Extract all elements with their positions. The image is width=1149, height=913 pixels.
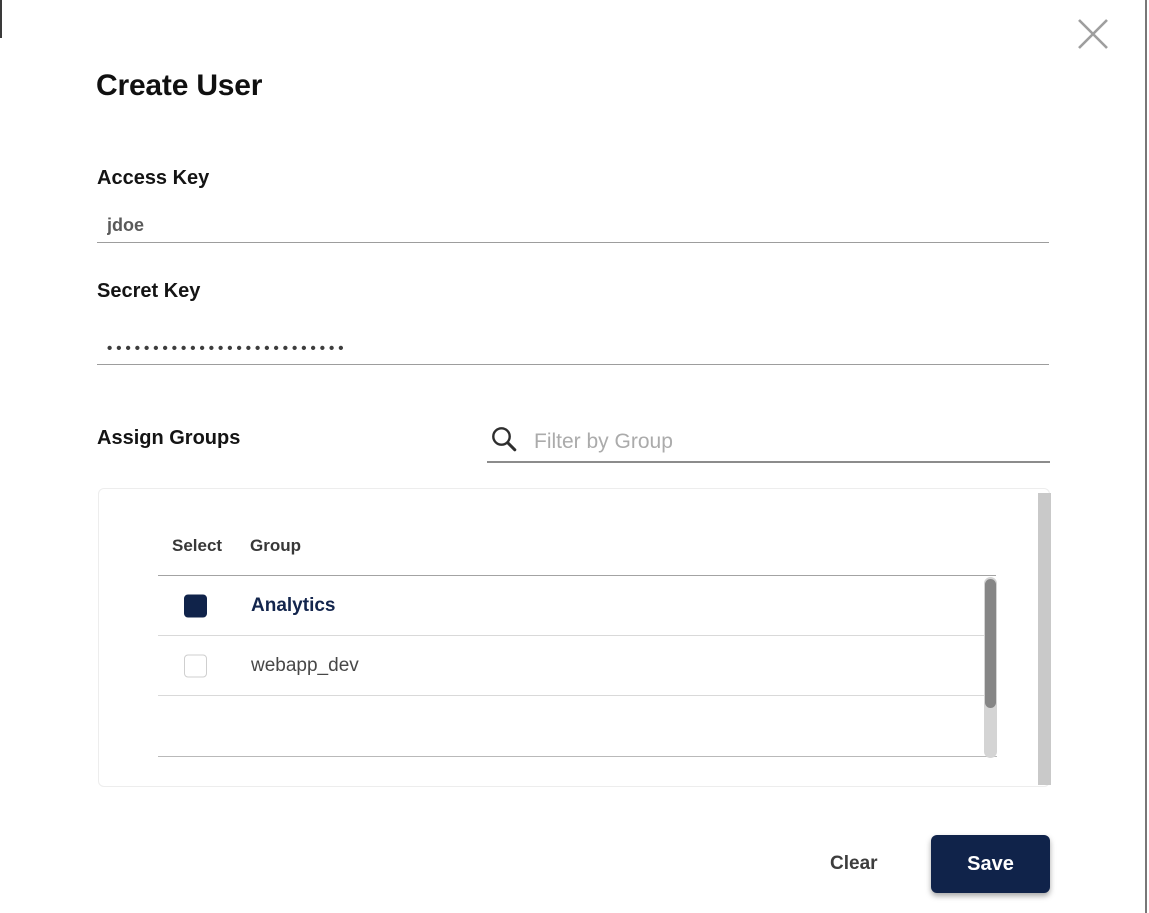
table-row-empty	[158, 696, 997, 757]
search-icon	[487, 425, 518, 458]
save-button[interactable]: Save	[931, 835, 1050, 893]
group-rows: Analytics webapp_dev	[158, 576, 997, 757]
column-header-select: Select	[172, 536, 223, 555]
secret-key-input[interactable]	[97, 332, 1049, 364]
access-key-label: Access Key	[97, 167, 210, 189]
modal-title: Create User	[96, 69, 263, 102]
page-edge-artifact	[0, 0, 2, 38]
list-scrollbar[interactable]	[984, 577, 997, 758]
close-button[interactable]	[1072, 13, 1114, 55]
table-row-analytics[interactable]: Analytics	[158, 576, 997, 636]
create-user-modal: Create User Access Key Secret Key Assign…	[0, 0, 1149, 913]
assign-groups-label: Assign Groups	[97, 427, 241, 449]
group-filter-input[interactable]	[534, 422, 1050, 461]
secret-key-label: Secret Key	[97, 280, 201, 302]
table-row-webapp-dev[interactable]: webapp_dev	[158, 636, 997, 696]
group-name: Analytics	[251, 594, 336, 616]
close-icon	[1072, 13, 1114, 55]
group-filter-field[interactable]	[487, 422, 1050, 463]
modal-right-border	[1145, 0, 1147, 913]
secret-key-field[interactable]	[97, 332, 1049, 365]
column-header-group: Group	[250, 536, 301, 555]
panel-scrollbar[interactable]	[1038, 493, 1051, 785]
clear-button[interactable]: Clear	[816, 845, 892, 883]
access-key-field[interactable]	[97, 209, 1049, 243]
checkbox-webapp-dev[interactable]	[184, 654, 207, 677]
groups-table-panel: Select Group Analytics webapp_dev	[98, 488, 1051, 787]
list-scrollbar-thumb[interactable]	[985, 579, 996, 708]
access-key-input[interactable]	[97, 209, 1049, 242]
checkbox-analytics[interactable]	[184, 594, 207, 617]
group-name: webapp_dev	[251, 654, 359, 676]
